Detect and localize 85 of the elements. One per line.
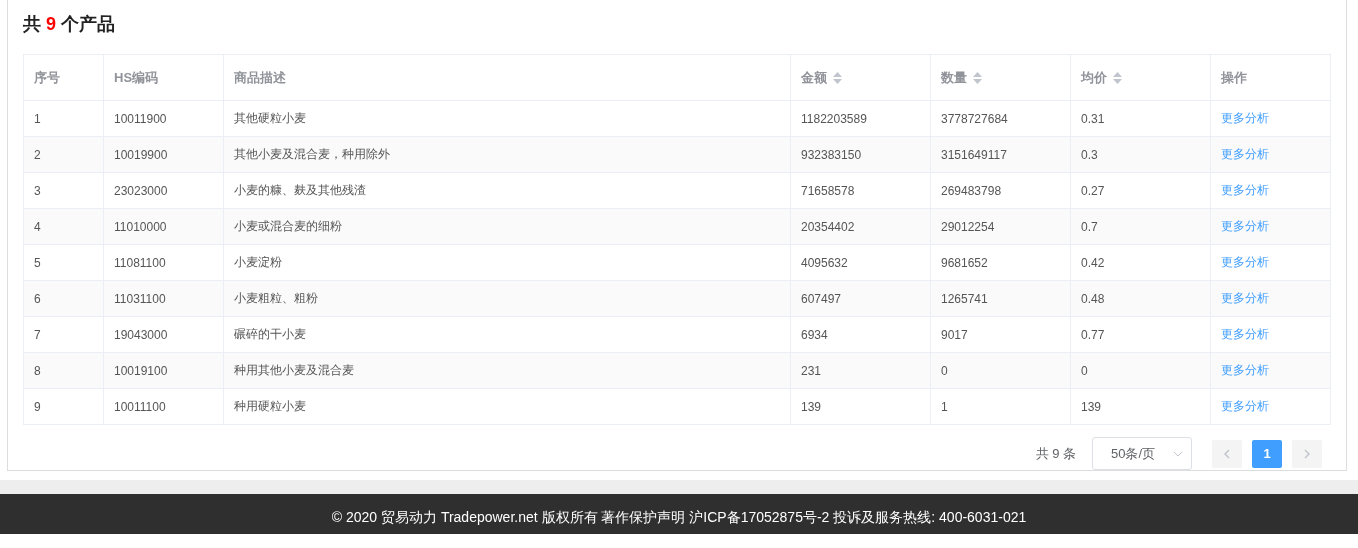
- table-cell: 139: [801, 399, 822, 414]
- table-cell: 0.27: [1081, 183, 1105, 198]
- column-header: HS编码: [114, 68, 159, 87]
- table-cell: 20354402: [801, 219, 855, 234]
- table-cell: 9017: [941, 327, 968, 342]
- table-cell: 10011100: [114, 399, 166, 414]
- more-analysis-link[interactable]: 更多分析: [1221, 219, 1269, 233]
- table-cell: 0: [941, 363, 948, 378]
- column-header: 均价: [1081, 68, 1107, 87]
- table-cell: 7: [34, 327, 41, 342]
- table-cell: 2: [34, 147, 41, 162]
- table-cell: 1182203589: [801, 111, 867, 126]
- table-cell: 11010000: [114, 219, 167, 234]
- table-cell: 种用其他小麦及混合麦: [234, 363, 354, 377]
- table-cell: 小麦或混合麦的细粉: [234, 219, 342, 233]
- column-header: 金额: [801, 68, 827, 87]
- table-cell: 0.31: [1081, 111, 1105, 126]
- more-analysis-link[interactable]: 更多分析: [1221, 327, 1269, 341]
- table-cell: 小麦淀粉: [234, 255, 282, 269]
- table-cell: 6934: [801, 327, 828, 342]
- table-cell: 4: [34, 219, 41, 234]
- table-cell: 3151649117: [941, 147, 1007, 162]
- table-cell: 10019900: [114, 147, 168, 162]
- chevron-right-icon: [1304, 448, 1310, 459]
- table-cell: 1265741: [941, 291, 988, 306]
- table-cell: 932383150: [801, 147, 862, 162]
- sort-icon[interactable]: [1113, 71, 1122, 84]
- table-cell: 5: [34, 255, 41, 270]
- table-cell: 231: [801, 363, 822, 378]
- previous-page-button[interactable]: [1212, 439, 1242, 468]
- title-text: 共: [23, 13, 41, 36]
- next-page-button[interactable]: [1292, 439, 1322, 468]
- table-cell: 0.42: [1081, 255, 1105, 270]
- column-header: 数量: [941, 68, 967, 87]
- column-header: 操作: [1221, 68, 1247, 87]
- table-cell: 1: [34, 111, 41, 126]
- more-analysis-link[interactable]: 更多分析: [1221, 399, 1269, 413]
- table-cell: 3: [34, 183, 41, 198]
- table-cell: 小麦的糠、麸及其他残渣: [234, 183, 366, 197]
- table-cell: 10019100: [114, 363, 168, 378]
- table-cell: 19043000: [114, 327, 168, 342]
- table-cell: 23023000: [114, 183, 168, 198]
- table-cell: 种用硬粒小麦: [234, 399, 306, 413]
- total-count: 共 9 条: [1035, 444, 1076, 463]
- table-cell: 1: [941, 399, 948, 414]
- sort-icon[interactable]: [973, 71, 982, 84]
- table-cell: 0.48: [1081, 291, 1105, 306]
- sort-icon[interactable]: [833, 71, 842, 84]
- table-cell: 8: [34, 363, 41, 378]
- more-analysis-link[interactable]: 更多分析: [1221, 255, 1269, 269]
- product-count: 9: [46, 13, 56, 35]
- more-analysis-link[interactable]: 更多分析: [1221, 111, 1269, 125]
- table-cell: 其他硬粒小麦: [234, 111, 306, 125]
- table-cell: 其他小麦及混合麦，种用除外: [234, 147, 390, 161]
- table-cell: 0: [1081, 363, 1088, 378]
- table-cell: 71658578: [801, 183, 855, 198]
- table-cell: 6: [34, 291, 41, 306]
- table-cell: 607497: [801, 291, 842, 306]
- table-cell: 10011900: [114, 111, 167, 126]
- chevron-down-icon: [1173, 450, 1183, 457]
- page-size-select[interactable]: 50条/页: [1092, 437, 1192, 470]
- table-cell: 9: [34, 399, 41, 414]
- more-analysis-link[interactable]: 更多分析: [1221, 291, 1269, 305]
- table-cell: 139: [1081, 399, 1102, 414]
- table-cell: 9681652: [941, 255, 988, 270]
- table-cell: 11081100: [114, 255, 166, 270]
- page-button[interactable]: 1: [1252, 439, 1282, 468]
- column-header: 序号: [34, 68, 60, 87]
- table-cell: 29012254: [941, 219, 995, 234]
- more-analysis-link[interactable]: 更多分析: [1221, 147, 1269, 161]
- table-cell: 0.77: [1081, 327, 1105, 342]
- table-cell: 碾碎的干小麦: [234, 327, 306, 341]
- table-cell: 小麦粗粒、粗粉: [234, 291, 318, 305]
- table-cell: 0.7: [1081, 219, 1098, 234]
- table-cell: 11031100: [114, 291, 166, 306]
- title-text: 个产品: [61, 13, 115, 36]
- table-cell: 0.3: [1081, 147, 1098, 162]
- table-cell: 269483798: [941, 183, 1002, 198]
- more-analysis-link[interactable]: 更多分析: [1221, 183, 1269, 197]
- column-header: 商品描述: [234, 68, 286, 87]
- chevron-left-icon: [1224, 448, 1230, 459]
- copyright-text: © 2020 贸易动力 Tradepower.net 版权所有 著作保护声明 沪ICP备17052875号-2 投诉及服务热线: 400-6031-021: [331, 509, 1027, 527]
- more-analysis-link[interactable]: 更多分析: [1221, 363, 1269, 377]
- table-cell: 4095632: [801, 255, 848, 270]
- table-cell: 3778727684: [941, 111, 1008, 126]
